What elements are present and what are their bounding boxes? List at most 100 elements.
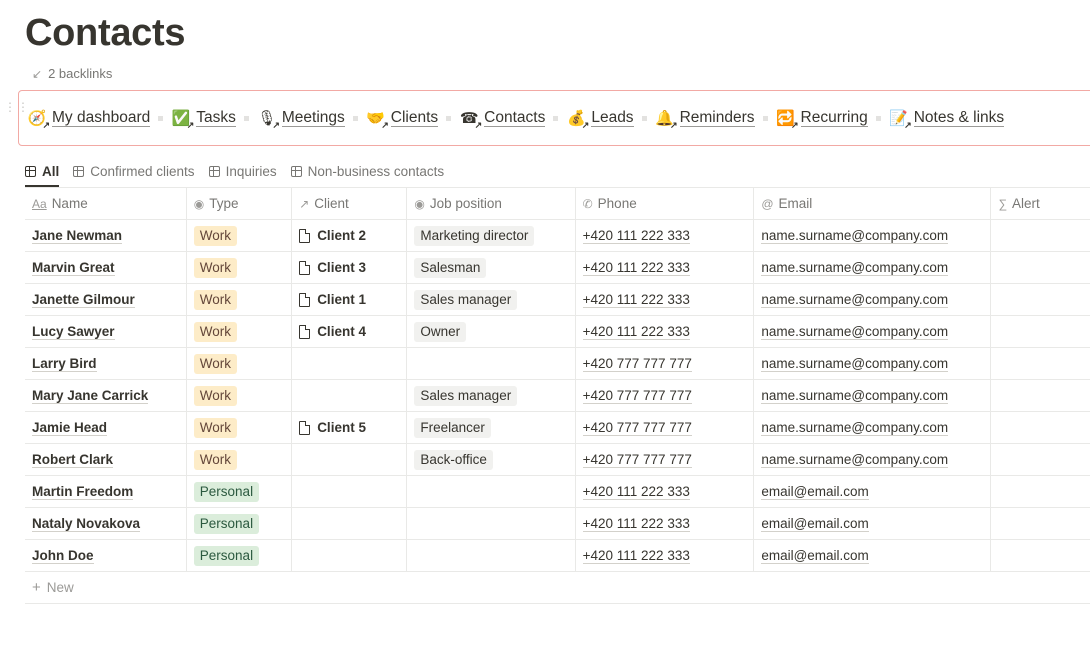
column-header-job-position[interactable]: ◉ Job position bbox=[406, 187, 576, 220]
client-cell[interactable] bbox=[291, 379, 407, 412]
phone-cell[interactable]: +420 777 777 777 bbox=[574, 411, 754, 444]
type-cell[interactable]: Personal bbox=[185, 475, 292, 508]
table-row[interactable]: Janette Gilmour Work Client 1 Sales manager… bbox=[25, 283, 1090, 316]
type-cell[interactable]: Work bbox=[185, 411, 292, 444]
backlinks[interactable]: ↙ 2 backlinks bbox=[32, 66, 112, 81]
name-cell[interactable]: Martin Freedom bbox=[25, 475, 187, 508]
job-cell[interactable]: Owner bbox=[406, 315, 576, 348]
phone-cell[interactable]: +420 111 222 333 bbox=[574, 251, 754, 284]
table-row[interactable]: Jane Newman Work Client 2 Marketing directo… bbox=[25, 219, 1090, 252]
add-new-row-button[interactable]: + New bbox=[25, 571, 1090, 604]
client-cell[interactable] bbox=[291, 475, 407, 508]
alert-cell[interactable] bbox=[990, 251, 1090, 284]
client-cell[interactable]: Client 4 bbox=[291, 315, 407, 348]
column-header-email[interactable]: @ Email bbox=[753, 187, 991, 220]
phone-link[interactable]: +420 777 777 777 bbox=[582, 388, 692, 404]
phone-cell[interactable]: +420 111 222 333 bbox=[574, 539, 754, 572]
email-cell[interactable]: email@email.com bbox=[753, 539, 991, 572]
nav-link-meetings[interactable]: 🎙 ↗ Meetings bbox=[257, 108, 345, 130]
table-row[interactable]: Larry Bird Work +420 777 777 777 name.surna… bbox=[25, 347, 1090, 380]
nav-link-reminders[interactable]: 🔔 ↗ Reminders bbox=[655, 108, 755, 130]
phone-link[interactable]: +420 111 222 333 bbox=[582, 228, 690, 244]
job-cell[interactable] bbox=[406, 539, 576, 572]
column-header-phone[interactable]: ✆ Phone bbox=[574, 187, 754, 220]
email-link[interactable]: name.surname@company.com bbox=[761, 420, 949, 436]
client-link[interactable]: Client 4 bbox=[299, 324, 399, 339]
table-row[interactable]: Robert Clark Work Back-office +420 777 777 … bbox=[25, 443, 1090, 476]
phone-link[interactable]: +420 111 222 333 bbox=[582, 484, 690, 500]
client-link[interactable]: Client 5 bbox=[299, 420, 399, 435]
alert-cell[interactable] bbox=[990, 379, 1090, 412]
job-cell[interactable]: Back-office bbox=[406, 443, 576, 476]
phone-link[interactable]: +420 777 777 777 bbox=[582, 420, 692, 436]
phone-link[interactable]: +420 111 222 333 bbox=[582, 548, 690, 564]
job-cell[interactable]: Salesman bbox=[406, 251, 576, 284]
phone-link[interactable]: +420 777 777 777 bbox=[582, 356, 692, 372]
name-cell[interactable]: John Doe bbox=[25, 539, 187, 572]
job-cell[interactable] bbox=[406, 507, 576, 540]
type-cell[interactable]: Work bbox=[185, 219, 292, 252]
email-link[interactable]: email@email.com bbox=[761, 548, 869, 564]
name-cell[interactable]: Mary Jane Carrick bbox=[25, 379, 187, 412]
client-link[interactable]: Client 3 bbox=[299, 260, 399, 275]
client-cell[interactable]: Client 1 bbox=[291, 283, 407, 316]
email-cell[interactable]: email@email.com bbox=[753, 507, 991, 540]
client-link[interactable]: Client 2 bbox=[299, 228, 399, 243]
type-cell[interactable]: Work bbox=[185, 443, 292, 476]
phone-cell[interactable]: +420 111 222 333 bbox=[574, 475, 754, 508]
name-cell[interactable]: Jane Newman bbox=[25, 219, 187, 252]
table-row[interactable]: John Doe Personal +420 111 222 333 email@em… bbox=[25, 539, 1090, 572]
alert-cell[interactable] bbox=[990, 475, 1090, 508]
client-cell[interactable] bbox=[291, 507, 407, 540]
table-row[interactable]: Nataly Novakova Personal +420 111 222 333 e… bbox=[25, 507, 1090, 540]
email-cell[interactable]: email@email.com bbox=[753, 475, 991, 508]
email-link[interactable]: name.surname@company.com bbox=[761, 324, 949, 340]
phone-link[interactable]: +420 111 222 333 bbox=[582, 516, 690, 532]
tab-all[interactable]: All bbox=[25, 156, 60, 187]
tab-non-business-contacts[interactable]: Non-business contacts bbox=[290, 156, 444, 186]
job-cell[interactable]: Sales manager bbox=[406, 379, 576, 412]
email-cell[interactable]: name.surname@company.com bbox=[753, 251, 991, 284]
tab-inquiries[interactable]: Inquiries bbox=[208, 156, 277, 186]
alert-cell[interactable] bbox=[990, 315, 1090, 348]
type-cell[interactable]: Personal bbox=[185, 539, 292, 572]
phone-cell[interactable]: +420 777 777 777 bbox=[574, 379, 754, 412]
client-cell[interactable]: Client 3 bbox=[291, 251, 407, 284]
column-header-alert[interactable]: ∑ Alert bbox=[990, 187, 1090, 220]
phone-cell[interactable]: +420 777 777 777 bbox=[574, 347, 754, 380]
nav-link-notes-links[interactable]: 📝 ↗ Notes & links bbox=[889, 108, 1005, 130]
column-header-client[interactable]: ↗ Client bbox=[291, 187, 407, 220]
email-link[interactable]: email@email.com bbox=[761, 516, 869, 532]
drag-handle-icon[interactable]: ⋮⋮ bbox=[4, 101, 29, 118]
client-link[interactable]: Client 1 bbox=[299, 292, 399, 307]
phone-cell[interactable]: +420 777 777 777 bbox=[574, 443, 754, 476]
alert-cell[interactable] bbox=[990, 283, 1090, 316]
job-cell[interactable] bbox=[406, 475, 576, 508]
job-cell[interactable]: Marketing director bbox=[406, 219, 576, 252]
table-row[interactable]: Lucy Sawyer Work Client 4 Owner +420 111 222… bbox=[25, 315, 1090, 348]
name-cell[interactable]: Lucy Sawyer bbox=[25, 315, 187, 348]
email-link[interactable]: name.surname@company.com bbox=[761, 452, 949, 468]
alert-cell[interactable] bbox=[990, 539, 1090, 572]
phone-link[interactable]: +420 777 777 777 bbox=[582, 452, 692, 468]
nav-link-clients[interactable]: 🤝 ↗ Clients bbox=[366, 108, 439, 130]
type-cell[interactable]: Work bbox=[185, 251, 292, 284]
tab-confirmed-clients[interactable]: Confirmed clients bbox=[73, 156, 195, 186]
type-cell[interactable]: Work bbox=[185, 315, 292, 348]
phone-link[interactable]: +420 111 222 333 bbox=[582, 260, 690, 276]
nav-link-tasks[interactable]: ✅ ↗ Tasks bbox=[171, 108, 236, 130]
new-row[interactable]: + New bbox=[25, 571, 1090, 604]
type-cell[interactable]: Work bbox=[185, 379, 292, 412]
phone-cell[interactable]: +420 111 222 333 bbox=[574, 507, 754, 540]
name-cell[interactable]: Nataly Novakova bbox=[25, 507, 187, 540]
email-link[interactable]: email@email.com bbox=[761, 484, 869, 500]
client-cell[interactable] bbox=[291, 539, 407, 572]
email-cell[interactable]: name.surname@company.com bbox=[753, 283, 991, 316]
email-cell[interactable]: name.surname@company.com bbox=[753, 411, 991, 444]
nav-link-my-dashboard[interactable]: 🧭 ↗ My dashboard bbox=[27, 108, 151, 130]
table-row[interactable]: Jamie Head Work Client 5 Freelancer +420 777… bbox=[25, 411, 1090, 444]
email-link[interactable]: name.surname@company.com bbox=[761, 356, 949, 372]
phone-cell[interactable]: +420 111 222 333 bbox=[574, 219, 754, 252]
alert-cell[interactable] bbox=[990, 219, 1090, 252]
name-cell[interactable]: Marvin Great bbox=[25, 251, 187, 284]
